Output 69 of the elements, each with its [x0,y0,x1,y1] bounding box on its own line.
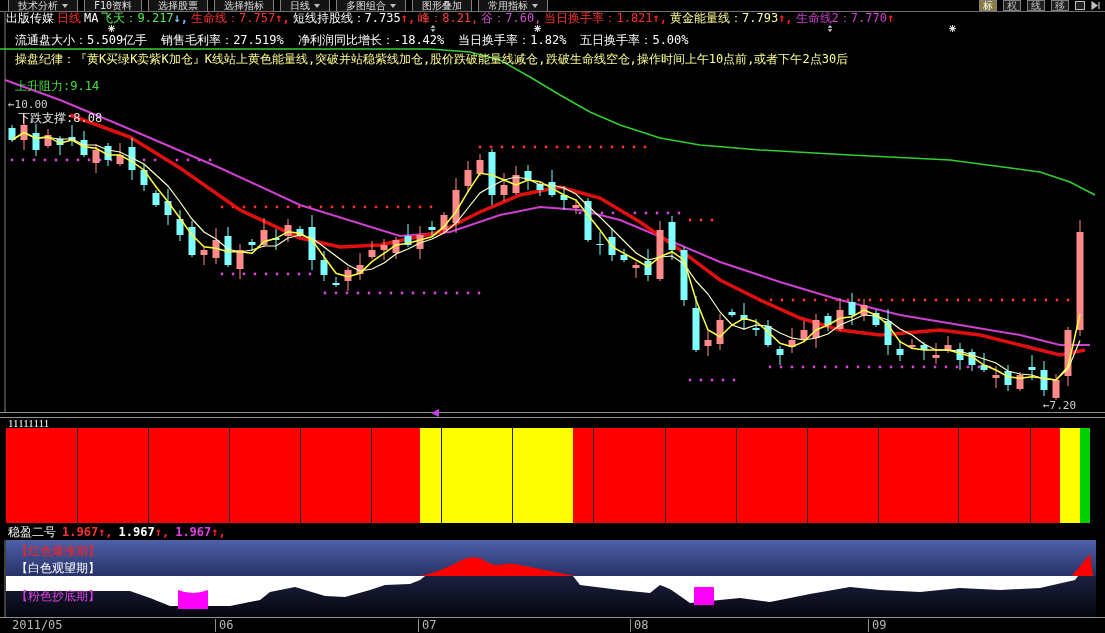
toolbar-button[interactable]: 技术分析 [8,0,78,11]
stock-name: 出版传媒 [6,12,54,24]
toolbar-button[interactable]: 图形叠加 [412,0,473,11]
skip-end-icon[interactable] [1091,1,1101,10]
trend-arrow: ↑, [652,12,667,24]
indicator-reading: 峰：8.21, [418,12,479,24]
trend-arrow: ↑, [275,12,290,24]
toolbar-button[interactable]: 日线 [280,0,331,11]
indicator-reading: 1.967 [62,525,99,539]
indicator-reading: 谷：7.60, [481,12,542,24]
sparkle-icon [108,25,115,32]
trend-arrow: ↓, [173,12,189,24]
indicator-reading: 1.967 [175,525,212,539]
surge-zone-area [1072,554,1093,576]
indicator-reading: 生命线：7.757 [191,12,276,24]
time-axis-label: 09 [868,618,887,632]
stock-info-text: 当日换手率：1.82% [458,33,567,47]
view-button[interactable]: 线 [1027,0,1045,11]
panel-label: 11111111 [8,418,50,428]
dotted-level-line [688,218,714,222]
up-down-arrow-icon [827,25,833,32]
stock-info-text: 净利润同比增长：-18.42% [297,33,445,47]
window-icon[interactable] [1075,1,1085,10]
trend-arrow: ↑, [778,12,793,24]
dip-zone-block [694,587,714,605]
view-button[interactable]: 权 [1003,0,1021,11]
sparkle-icon [949,25,956,32]
indicator-reading: 当日换手率：1.821 [544,12,653,24]
trend-arrow: ↑, [154,525,170,539]
indicator-title: 稳盈二号 [8,525,56,539]
view-button[interactable]: 标 [979,0,997,11]
view-button[interactable]: 移 [1051,0,1069,11]
caret-icon [532,3,539,8]
caret-icon [390,3,397,8]
trend-arrow: ↑, [400,12,416,24]
indicator-reading: 生命线2：7.770 [795,12,887,24]
time-axis-label: 06 [215,618,234,632]
phase-legend-label: 【红色爆涨期】 [16,545,100,557]
stock-info-text: 销售毛利率：27.519% [161,33,284,47]
trend-arrow: ↑, [98,525,113,539]
toolbar-button[interactable]: F10资料 [84,0,143,11]
dotted-level-line [688,378,736,382]
caret-icon [62,3,68,8]
time-axis-label: 07 [418,618,437,632]
phase-legend-label: 【粉色抄底期】 [16,590,100,602]
phase-legend-label: 【白色观望期】 [16,562,100,574]
up-down-arrow-icon [430,25,436,32]
sparkle-icon [534,25,541,32]
toolbar-button[interactable]: 选择指标 [214,0,275,11]
stock-info-text: 五日换手率：5.00% [580,33,689,47]
time-axis-label: 08 [630,618,649,632]
indicator-reading: 短线持股线：7.735 [292,12,401,24]
trend-arrow: ↑, [211,525,226,539]
caret-icon [314,3,321,8]
toolbar-button[interactable]: 选择股票 [148,0,209,11]
toolbar-button[interactable]: 常用指标 [478,0,549,11]
triangle-marker-icon [431,409,439,417]
period-label: 日线 [57,12,81,24]
indicator-reading: 黄金能量线：7.793 [670,12,779,24]
trend-arrow: ↑ [886,12,895,24]
indicator-name: MA [84,12,99,24]
indicator-reading: 飞天：9.217 [101,12,174,24]
toolbar-button[interactable]: 多图组合 [336,0,407,11]
price-marker-label: ←10.00 [8,97,48,112]
stock-info-text: 流通盘大小：5.509亿手 [15,33,148,47]
indicator-reading: 1.967 [118,525,155,539]
price-marker-label: ←7.20 [1043,398,1077,414]
time-axis-label: 2011/05 [12,618,63,632]
dip-zone-block [178,590,208,609]
